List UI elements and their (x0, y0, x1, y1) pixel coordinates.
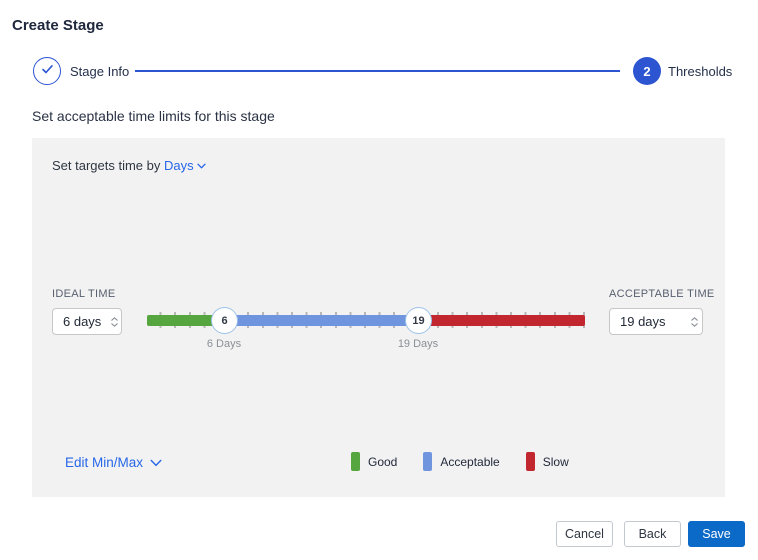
slider-handle-min-value: 6 (221, 314, 228, 327)
chevron-up-icon[interactable] (691, 316, 698, 321)
slow-swatch (525, 452, 535, 471)
stepper-connector-line (135, 70, 620, 72)
thresholds-panel: Set targets time by Days IDEAL TIME ACCE… (32, 138, 725, 497)
chevron-up-icon[interactable] (110, 316, 118, 321)
legend-label: Good (368, 454, 398, 469)
slider-handle-min-caption: 6 Days (206, 338, 242, 350)
ideal-time-input-wrap (52, 308, 122, 335)
step-stage-info-circle[interactable] (33, 57, 61, 85)
step-number: 2 (643, 63, 651, 79)
legend-item-slow: Slow (525, 452, 569, 471)
edit-minmax-link[interactable]: Edit Min/Max (65, 455, 162, 470)
legend-item-acceptable: Acceptable (423, 452, 500, 471)
set-targets-label: Set targets time by (52, 158, 161, 173)
legend-label: Acceptable (440, 454, 500, 469)
edit-minmax-label: Edit Min/Max (65, 455, 144, 470)
slider-handle-max-value: 19 (412, 314, 425, 327)
legend-item-good: Good (351, 452, 397, 471)
step-thresholds-circle[interactable]: 2 (633, 57, 661, 85)
good-swatch (351, 452, 360, 471)
check-icon (41, 62, 54, 80)
slider-handle-min[interactable]: 6 (211, 307, 238, 334)
step-thresholds-label: Thresholds (668, 64, 733, 79)
acceptable-swatch (423, 452, 433, 471)
ideal-time-stepper[interactable] (107, 309, 121, 334)
unit-selector-value: Days (164, 158, 194, 173)
back-button[interactable]: Back (624, 521, 681, 547)
slider-legend: Good Acceptable Slow (351, 452, 595, 471)
slider-handle-max-caption: 19 Days (397, 338, 439, 350)
unit-selector[interactable]: Days (164, 158, 206, 173)
chevron-down-icon (150, 455, 162, 470)
acceptable-time-label: ACCEPTABLE TIME (609, 288, 715, 300)
cancel-button[interactable]: Cancel (556, 521, 613, 547)
slider-segment-acceptable[interactable] (224, 315, 418, 326)
create-stage-dialog: Create Stage Stage Info 2 Thresholds Set… (0, 0, 758, 560)
step-stage-info-label: Stage Info (70, 64, 130, 79)
acceptable-time-input-wrap (609, 308, 703, 335)
acceptable-time-input[interactable] (610, 314, 688, 329)
slider-handle-max[interactable]: 19 (405, 307, 432, 334)
set-targets-row: Set targets time by Days (52, 157, 206, 173)
slider-segment-slow[interactable] (418, 315, 585, 326)
legend-label: Slow (542, 454, 569, 469)
acceptable-time-stepper[interactable] (687, 309, 702, 334)
ideal-time-input[interactable] (53, 314, 108, 329)
page-title: Create Stage (12, 17, 104, 34)
save-button[interactable]: Save (688, 521, 745, 547)
ideal-time-label: IDEAL TIME (52, 288, 116, 300)
section-heading: Set acceptable time limits for this stag… (32, 108, 275, 124)
chevron-down-icon (196, 157, 206, 172)
chevron-down-icon[interactable] (691, 322, 698, 327)
chevron-down-icon[interactable] (110, 322, 118, 327)
